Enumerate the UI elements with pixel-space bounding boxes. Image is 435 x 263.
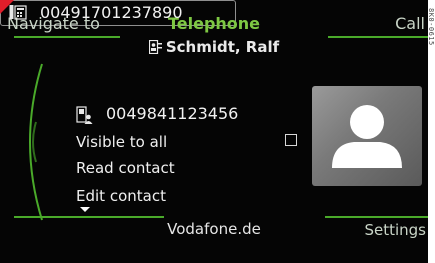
image-reference-code: 8K0-0615 <box>427 8 435 46</box>
call-tab[interactable]: Call <box>395 14 425 33</box>
bottom-right-line <box>325 216 428 218</box>
visible-to-all-label[interactable]: Visible to all <box>76 133 167 151</box>
visible-to-all-checkbox[interactable] <box>285 134 297 146</box>
list-scroll-arc <box>29 63 43 221</box>
settings-tab[interactable]: Settings <box>364 221 426 239</box>
phone-number-2[interactable]: 0049841123456 <box>106 104 238 123</box>
phone-number-1: 00491701237890 <box>40 3 183 22</box>
contact-photo-placeholder <box>312 86 422 186</box>
scroll-down-icon <box>80 207 90 212</box>
read-contact-item[interactable]: Read contact <box>76 159 175 177</box>
phone-landline-icon <box>9 5 27 20</box>
edit-contact-item[interactable]: Edit contact <box>76 187 166 205</box>
mmi-screen: Navigate to Telephone Call Schmidt, Ralf <box>0 0 428 263</box>
contact-name: Schmidt, Ralf <box>165 38 280 56</box>
phone-mobile-icon <box>76 106 93 124</box>
contact-header: Schmidt, Ralf <box>0 38 428 56</box>
bottom-left-line <box>14 216 164 218</box>
person-silhouette-icon <box>332 105 402 168</box>
contact-card-icon <box>148 39 162 55</box>
